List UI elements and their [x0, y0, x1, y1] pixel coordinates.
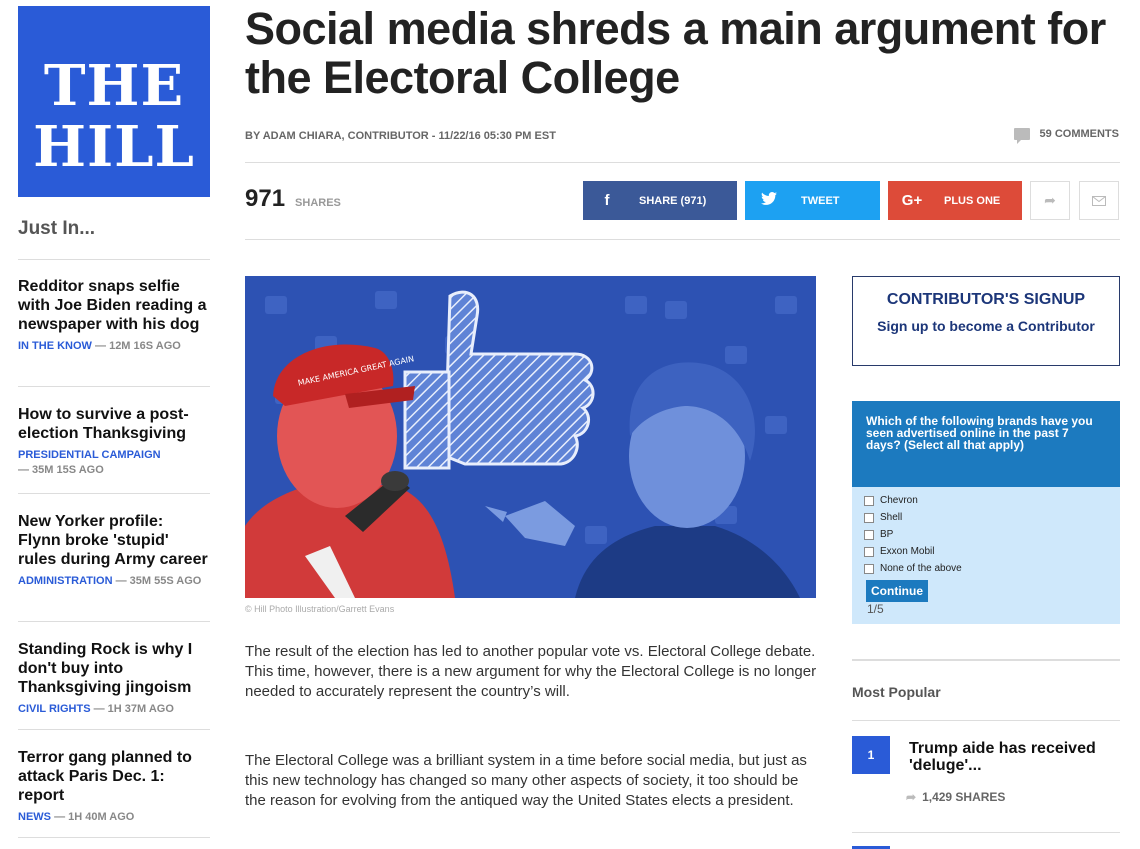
just-in-category[interactable]: NEWS	[18, 811, 51, 823]
email-button[interactable]	[1079, 181, 1119, 220]
divider	[852, 720, 1120, 721]
facebook-icon: f	[604, 192, 610, 209]
poll-option[interactable]: BP	[864, 526, 1120, 543]
just-in-headline[interactable]: New Yorker profile: Flynn broke 'stupid'…	[18, 512, 210, 569]
poll-option[interactable]: Exxon Mobil	[864, 543, 1120, 560]
share-count: 971 SHARES	[245, 185, 341, 213]
most-popular-heading: Most Popular	[852, 684, 941, 700]
logo-line-1: THE	[43, 53, 185, 119]
just-in-heading: Just In...	[18, 218, 96, 239]
poll-option-label: Exxon Mobil	[880, 546, 935, 557]
divider	[852, 832, 1120, 833]
just-in-category[interactable]: PRESIDENTIAL CAMPAIGN	[18, 449, 161, 461]
popular-shares: ➦ 1,429 SHARES	[906, 790, 1005, 804]
plus-one-label: PLUS ONE	[944, 194, 1001, 207]
poll-option[interactable]: Chevron	[864, 492, 1120, 509]
tweet-button[interactable]: TWEET	[745, 181, 880, 220]
popular-shares-count: 1,429 SHARES	[922, 790, 1006, 804]
share-arrow-icon: ➦	[1044, 192, 1056, 208]
poll-page-indicator: 1/5	[867, 602, 884, 616]
share-count-label: SHARES	[295, 197, 341, 209]
facebook-share-label: SHARE (971)	[639, 194, 707, 207]
divider	[18, 837, 210, 838]
poll-checkbox[interactable]	[864, 529, 874, 540]
poll-checkbox[interactable]	[864, 495, 874, 506]
divider	[18, 729, 210, 730]
just-in-meta: IN THE KNOW — 12M 16S AGO	[18, 339, 210, 354]
just-in-item[interactable]: Standing Rock is why I don't buy into Th…	[18, 640, 210, 717]
divider	[852, 659, 1120, 661]
poll-option[interactable]: Shell	[864, 509, 1120, 526]
facebook-share-button[interactable]: f SHARE (971)	[583, 181, 737, 220]
article-paragraph: The result of the election has led to an…	[245, 643, 817, 700]
divider	[245, 162, 1120, 163]
contributor-signup-box[interactable]: CONTRIBUTOR'S SIGNUP Sign up to become a…	[852, 276, 1120, 366]
article-paragraph: The Electoral College was a brilliant sy…	[245, 752, 807, 809]
just-in-meta: ADMINISTRATION — 35M 55S AGO	[18, 574, 210, 589]
divider	[18, 621, 210, 622]
just-in-item[interactable]: How to survive a post-election Thanksgiv…	[18, 405, 210, 478]
just-in-meta: PRESIDENTIAL CAMPAIGN — 35M 15S AGO	[18, 448, 210, 478]
the-hill-logo[interactable]: THE HILL	[18, 6, 210, 197]
share-arrow-button[interactable]: ➦	[1030, 181, 1070, 220]
popular-headline[interactable]: Trump aide has received 'deluge'...	[909, 740, 1114, 774]
article-photo: MAKE AMERICA GREAT AGAIN	[245, 276, 816, 598]
comment-icon	[1013, 128, 1030, 144]
logo-line-2: HILL	[33, 114, 195, 180]
poll-checkbox[interactable]	[864, 563, 874, 574]
poll-options: Chevron Shell BP Exxon Mobil None of the…	[852, 487, 1120, 577]
just-in-time: — 1H 40M AGO	[54, 811, 135, 823]
poll-option-label: Shell	[880, 512, 903, 523]
just-in-time: — 35M 55S AGO	[115, 575, 202, 587]
article-headline: Social media shreds a main argument for …	[245, 3, 1106, 103]
poll-checkbox[interactable]	[864, 512, 874, 523]
poll-option-label: None of the above	[880, 563, 962, 574]
article-byline[interactable]: BY ADAM CHIARA, CONTRIBUTOR - 11/22/16 0…	[245, 130, 556, 142]
comments-count: 59 COMMENTS	[1039, 128, 1119, 140]
just-in-category[interactable]: CIVIL RIGHTS	[18, 703, 91, 715]
just-in-item[interactable]: New Yorker profile: Flynn broke 'stupid'…	[18, 512, 210, 589]
just-in-time: — 35M 15S AGO	[18, 464, 104, 476]
rank-badge: 1	[852, 736, 890, 774]
just-in-meta: NEWS — 1H 40M AGO	[18, 810, 210, 825]
just-in-time: — 1H 37M AGO	[93, 703, 174, 715]
divider	[18, 259, 210, 260]
share-count-number: 971	[245, 185, 286, 212]
share-arrow-icon: ➦	[906, 790, 917, 804]
poll-option-label: Chevron	[880, 495, 918, 506]
just-in-category[interactable]: IN THE KNOW	[18, 340, 92, 352]
poll-option-label: BP	[880, 529, 894, 540]
signup-link[interactable]: Sign up to become a Contributor	[853, 318, 1119, 334]
just-in-headline[interactable]: Terror gang planned to attack Paris Dec.…	[18, 748, 210, 805]
signup-title: CONTRIBUTOR'S SIGNUP	[886, 291, 1086, 308]
just-in-item[interactable]: Terror gang planned to attack Paris Dec.…	[18, 748, 210, 825]
just-in-meta: CIVIL RIGHTS — 1H 37M AGO	[18, 702, 210, 717]
comments-link[interactable]: 59 COMMENTS	[1013, 128, 1119, 144]
survey-poll: Which of the following brands have you s…	[852, 401, 1120, 624]
just-in-category[interactable]: ADMINISTRATION	[18, 575, 113, 587]
just-in-item[interactable]: Redditor snaps selfie with Joe Biden rea…	[18, 277, 210, 354]
just-in-headline[interactable]: Standing Rock is why I don't buy into Th…	[18, 640, 210, 697]
poll-checkbox[interactable]	[864, 546, 874, 557]
google-plus-button[interactable]: G+ PLUS ONE	[888, 181, 1022, 220]
just-in-time: — 12M 16S AGO	[95, 340, 181, 352]
poll-question: Which of the following brands have you s…	[852, 401, 1120, 487]
tweet-label: TWEET	[801, 194, 840, 207]
divider	[18, 493, 210, 494]
poll-continue-button[interactable]: Continue	[866, 580, 928, 602]
poll-option[interactable]: None of the above	[864, 560, 1120, 577]
twitter-bird-icon	[745, 192, 793, 209]
photo-caption: © Hill Photo Illustration/Garrett Evans	[245, 604, 395, 614]
envelope-icon	[1092, 193, 1106, 209]
google-plus-icon: G+	[901, 192, 923, 209]
just-in-headline[interactable]: Redditor snaps selfie with Joe Biden rea…	[18, 277, 210, 334]
divider	[18, 386, 210, 387]
just-in-headline[interactable]: How to survive a post-election Thanksgiv…	[18, 405, 210, 443]
divider	[245, 239, 1120, 240]
